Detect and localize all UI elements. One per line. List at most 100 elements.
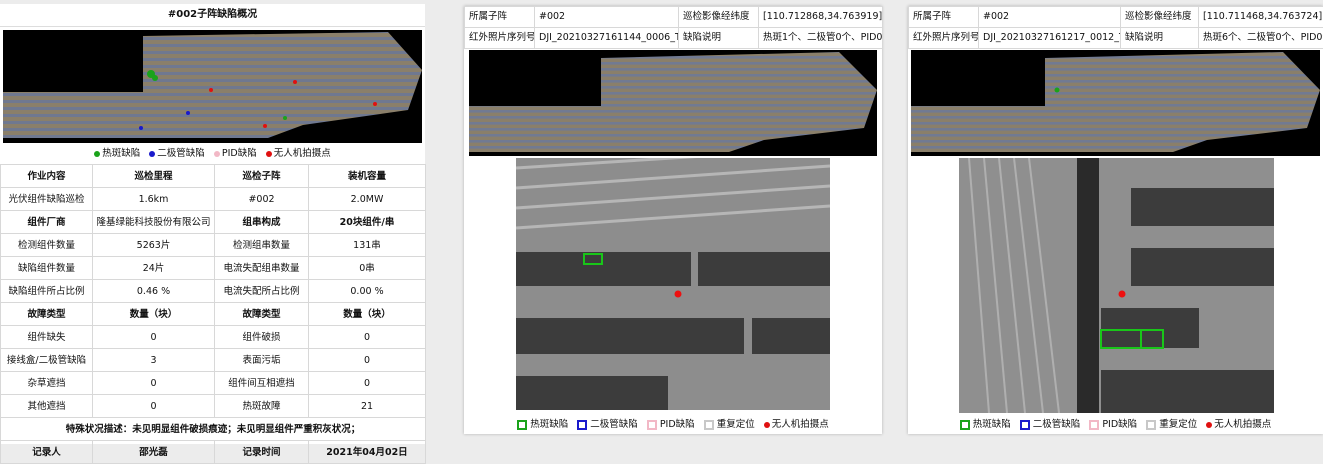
summary-cell: 检测组件数量 [1,234,93,257]
defect-diode-marker [139,126,143,130]
summary-cell: 组件间互相遮挡 [215,372,309,395]
summary-cell: 0串 [309,257,426,280]
legend-repeat-label: 重复定位 [1159,419,1197,430]
legend-hotspot-label: 热斑缺陷 [530,419,568,430]
summary-row: 组件厂商隆基绿能科技股份有限公司组串构成20块组件/串 [1,211,426,234]
legend-pid-label: PID缺陷 [222,148,257,159]
summary-cell: 24片 [93,257,215,280]
summary-cell: 组件厂商 [1,211,93,234]
summary-cell: 131串 [309,234,426,257]
summary-row: 组件缺失0组件破损0 [1,326,426,349]
summary-cell: 装机容量 [309,165,426,188]
summary-cell: 故障类型 [1,303,93,326]
legend-drone-icon [1206,422,1212,428]
label-defect-desc: 缺陷说明 [1121,28,1199,49]
summary-row: 检测组件数量5263片检测组串数量131串 [1,234,426,257]
summary-cell: 热斑故障 [215,395,309,418]
drone-legend-dot [266,151,272,157]
label-serial: 红外照片序列号 [909,28,979,49]
summary-cell: 0 [309,372,426,395]
summary-panel: #002子阵缺陷概况 热斑缺陷 二极管缺陷 PID缺陷 无人机拍摄点 [0,4,425,444]
summary-cell: 1.6km [93,188,215,211]
legend-pid-icon [647,420,657,430]
summary-cell: 20块组件/串 [309,211,426,234]
value-coordinates: [110.712868,34.763919] [759,7,883,28]
legend-hotspot-label: 热斑缺陷 [973,419,1011,430]
summary-cell: 电流失配所占比例 [215,280,309,303]
summary-cell: 0 [93,395,215,418]
footer-cell: 邵光磊 [93,441,215,464]
summary-cell: 检测组串数量 [215,234,309,257]
legend-hotspot-icon [960,420,970,430]
summary-cell: 组件缺失 [1,326,93,349]
legend-hotspot-label: 热斑缺陷 [102,148,140,159]
summary-cell: 3 [93,349,215,372]
footer-row: 记录人邵光磊记录时间2021年04月02日 [1,441,426,464]
summary-cell: 2.0MW [309,188,426,211]
photo-legend: 热斑缺陷 二极管缺陷 PID缺陷 重复定位 无人机拍摄点 [908,417,1323,433]
summary-cell: 组件破损 [215,326,309,349]
defect-hotspot-marker [1055,88,1060,93]
legend-diode-icon [577,420,587,430]
summary-cell: 隆基绿能科技股份有限公司 [93,211,215,234]
value-defect-desc: 热斑1个、二极管0个、PID0个 [759,28,883,49]
summary-cell: 组串构成 [215,211,309,234]
legend-drone-label: 无人机拍摄点 [772,419,829,430]
summary-cell: 电流失配组串数量 [215,257,309,280]
legend-drone-label: 无人机拍摄点 [274,148,331,159]
legend-diode-label: 二极管缺陷 [590,419,638,430]
legend-diode-label: 二极管缺陷 [157,148,205,159]
photo-panel-1: 所属子阵 #002 巡检影像经纬度 [110.712868,34.763919]… [464,6,882,434]
summary-cell: 杂草遮挡 [1,372,93,395]
aerial-map [3,30,422,143]
summary-row: 杂草遮挡0组件间互相遮挡0 [1,372,426,395]
value-defect-desc: 热斑6个、二极管0个、PID0个 [1199,28,1323,49]
summary-cell: 缺陷组件数量 [1,257,93,280]
summary-cell: #002 [215,188,309,211]
photo-panel-2: 所属子阵 #002 巡检影像经纬度 [110.711468,34.763724]… [908,6,1323,434]
summary-table: 作业内容巡检里程巡检子阵装机容量光伏组件缺陷巡检1.6km#0022.0MW组件… [0,164,426,464]
drone-point-marker [675,291,682,298]
summary-cell: 0.46 % [93,280,215,303]
summary-cell: 作业内容 [1,165,93,188]
aerial-map [911,50,1320,156]
drone-point-marker [209,88,213,92]
footer-cell: 2021年04月02日 [309,441,426,464]
summary-cell: 数量（块） [93,303,215,326]
special-note: 特殊状况描述：未见明显组件破损痕迹；未见明显组件严重积灰状况； [1,418,426,441]
photo-info-table: 所属子阵 #002 巡检影像经纬度 [110.711468,34.763724]… [908,6,1323,49]
summary-cell: 接线盒/二极管缺陷 [1,349,93,372]
summary-row: 故障类型数量（块）故障类型数量（块） [1,303,426,326]
value-subarray: #002 [535,7,679,28]
summary-cell: 表面污垢 [215,349,309,372]
value-serial: DJI_20210327161144_0006_T [535,28,679,49]
label-coordinates: 巡检影像经纬度 [1121,7,1199,28]
summary-cell: 0 [309,326,426,349]
summary-cell: 数量（块） [309,303,426,326]
summary-cell: 故障类型 [215,303,309,326]
legend-repeat-icon [1146,420,1156,430]
summary-row: 缺陷组件数量24片电流失配组串数量0串 [1,257,426,280]
drone-point-marker [373,102,377,106]
value-serial: DJI_20210327161217_0012_T [979,28,1121,49]
legend-drone-icon [764,422,770,428]
summary-cell: 0.00 % [309,280,426,303]
summary-cell: 0 [93,372,215,395]
legend-repeat-icon [704,420,714,430]
drone-point-marker [293,80,297,84]
summary-title: #002子阵缺陷概况 [0,4,425,27]
summary-cell: 巡检子阵 [215,165,309,188]
infrared-photo[interactable] [959,158,1274,413]
photo-legend: 热斑缺陷 二极管缺陷 PID缺陷 重复定位 无人机拍摄点 [464,417,882,433]
summary-cell: 巡检里程 [93,165,215,188]
summary-row: 光伏组件缺陷巡检1.6km#0022.0MW [1,188,426,211]
legend-pid-icon [1089,420,1099,430]
summary-row: 其他遮挡0热斑故障21 [1,395,426,418]
summary-cell: 缺陷组件所占比例 [1,280,93,303]
infrared-photo[interactable] [516,158,830,410]
defect-hotspot-marker [283,116,287,120]
diode-legend-dot [149,151,155,157]
summary-cell: 其他遮挡 [1,395,93,418]
hotspot-legend-dot [94,151,100,157]
summary-row: 接线盒/二极管缺陷3表面污垢0 [1,349,426,372]
